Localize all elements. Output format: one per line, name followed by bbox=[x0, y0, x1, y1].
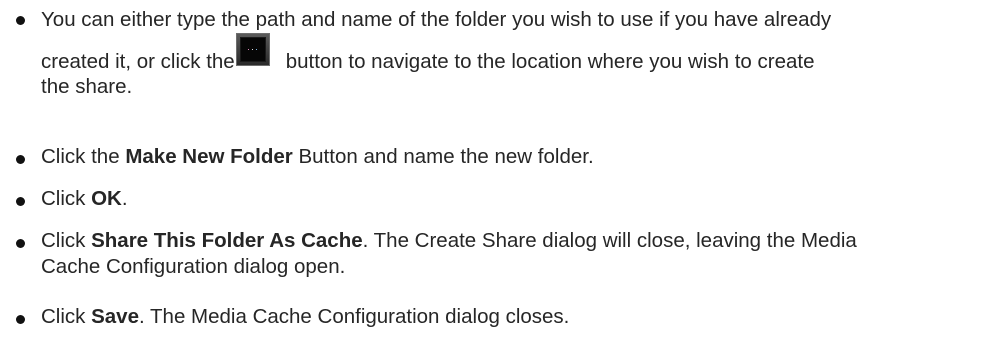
bullet-text-fragment: . bbox=[121, 187, 128, 210]
bullet-dot-icon bbox=[16, 197, 25, 206]
bullet-dot-icon bbox=[16, 239, 25, 248]
bullet-dot-icon bbox=[16, 155, 25, 164]
bold-term: Make New Folder bbox=[125, 145, 293, 168]
bullet-text-fragment: . The Create Share dialog will close, le… bbox=[362, 229, 857, 252]
bold-term: Save bbox=[91, 305, 139, 328]
browse-button-face: ··· bbox=[240, 37, 266, 62]
bullet-text-fragment: Button and name the new folder. bbox=[292, 145, 594, 168]
bold-term: Share This Folder As Cache bbox=[91, 229, 363, 252]
bullet-dot-icon bbox=[16, 315, 25, 324]
bullet-text-fragment: Click the bbox=[41, 145, 126, 168]
ellipsis-icon: ··· bbox=[247, 44, 259, 54]
bold-term: OK bbox=[91, 187, 122, 210]
bullet-text-fragment: button to navigate to the location where… bbox=[285, 50, 815, 73]
bullet-text-line: Click Share This Folder As Cache. The Cr… bbox=[41, 228, 857, 254]
bullet-dot-icon bbox=[16, 16, 25, 25]
bullet-text-line: created it, or click the button to naviga… bbox=[41, 49, 814, 75]
bullet-text-fragment: Click bbox=[41, 229, 92, 252]
bullet-text-line: You can either type the path and name of… bbox=[41, 8, 832, 31]
bullet-text-fragment: . The Media Cache Configuration dialog c… bbox=[139, 305, 570, 328]
bullet-text-fragment: Click bbox=[41, 187, 92, 210]
browse-button[interactable]: ··· bbox=[236, 33, 270, 66]
bullet-text: Click the Make New Folder Button and nam… bbox=[41, 144, 1000, 170]
bullet-text: Click OK. bbox=[41, 186, 1000, 212]
bullet-text-line: the share. bbox=[41, 75, 133, 98]
bullet-text-fragment: created it, or click the bbox=[41, 50, 235, 73]
bullet-text-line: Cache Configuration dialog open. bbox=[41, 255, 346, 278]
bullet-text: Click Save. The Media Cache Configuratio… bbox=[41, 304, 1000, 330]
bullet-text-fragment: Click bbox=[41, 305, 92, 328]
